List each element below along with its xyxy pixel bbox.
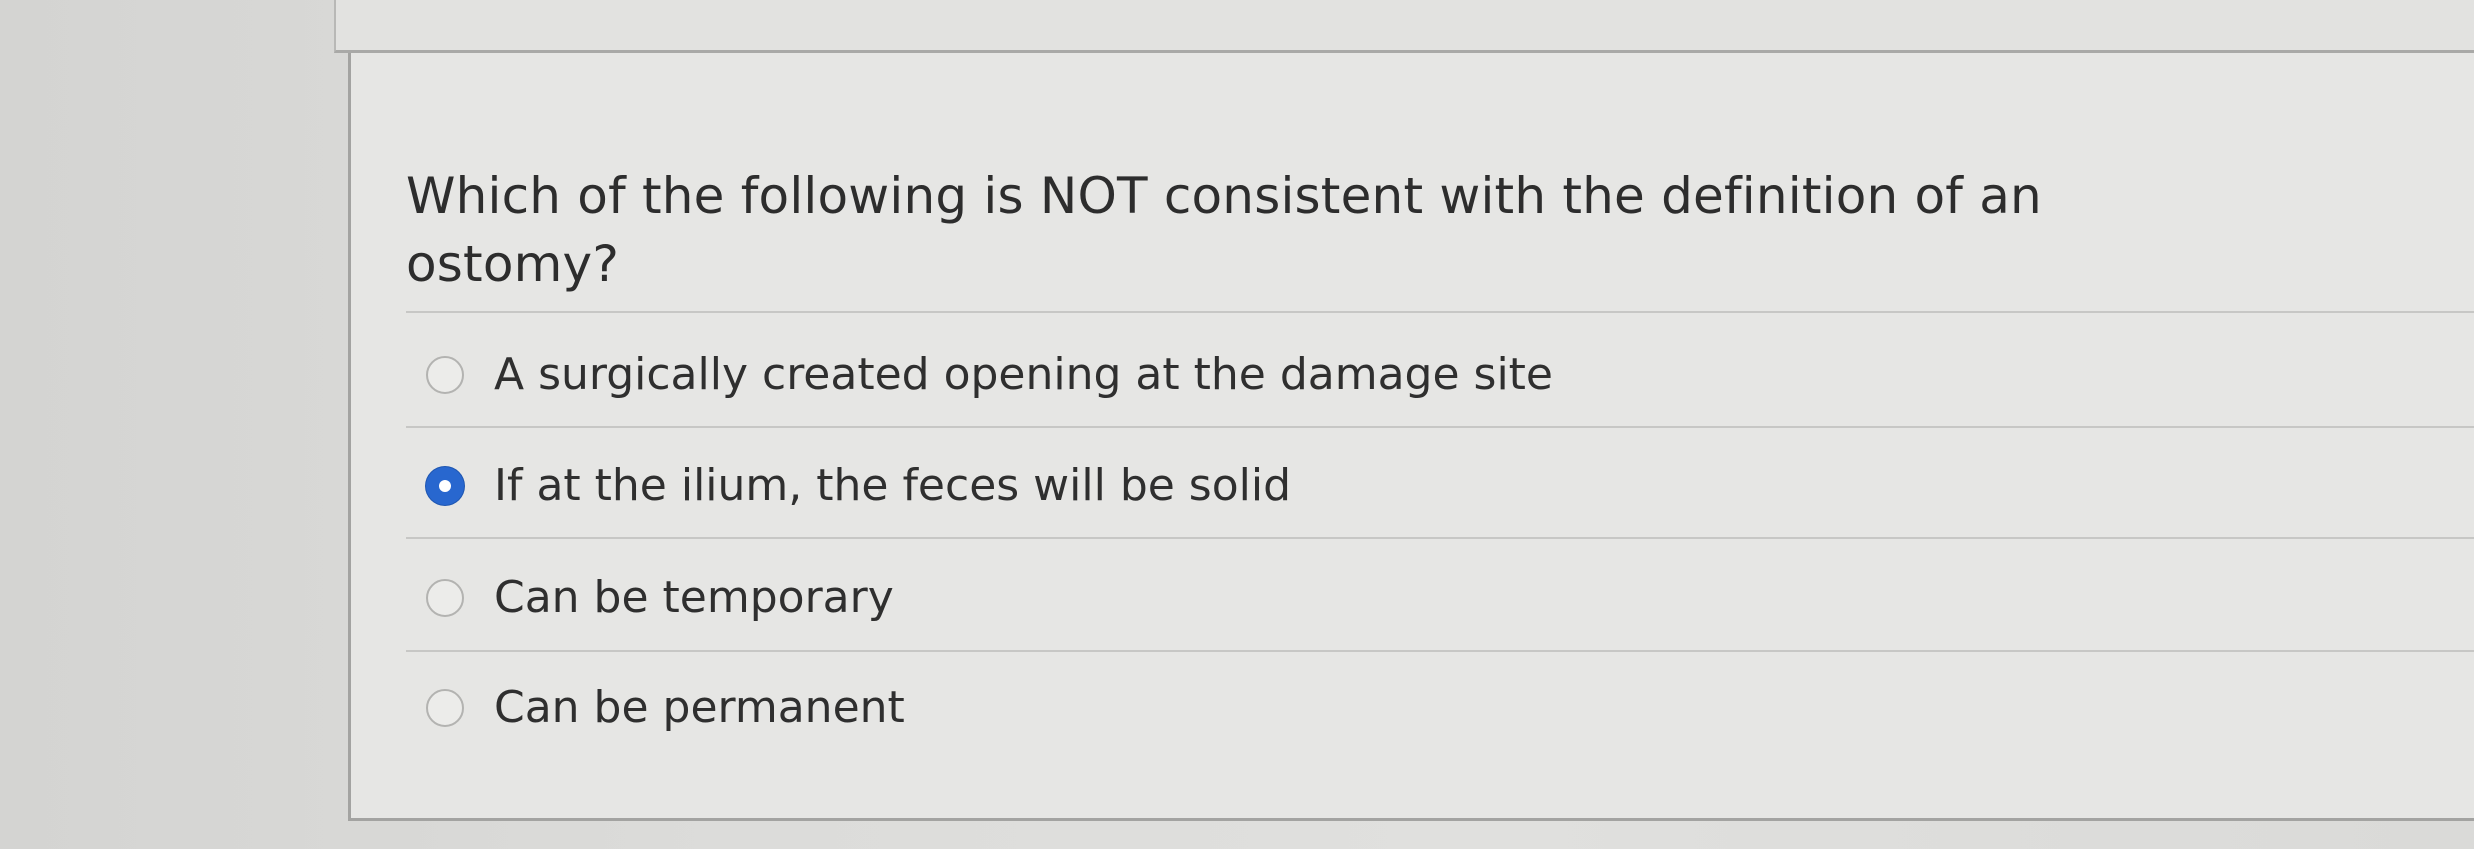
answer-option-can-be-permanent[interactable]: Can be permanent [426, 667, 1926, 749]
answer-label: Can be permanent [494, 682, 905, 733]
top-browser-frame [334, 0, 2474, 53]
radio-button-unselected[interactable] [426, 356, 464, 394]
answer-divider [406, 537, 2474, 539]
answer-divider [406, 311, 2474, 313]
answer-option-ilium-feces-solid[interactable]: If at the ilium, the feces will be solid [426, 445, 1926, 527]
answer-option-surgically-created-opening[interactable]: A surgically created opening at the dama… [426, 334, 1926, 416]
answer-label: If at the ilium, the feces will be solid [494, 460, 1292, 511]
answer-label: A surgically created opening at the dama… [494, 349, 1553, 400]
radio-button-unselected[interactable] [426, 579, 464, 617]
answer-divider [406, 426, 2474, 428]
answer-option-can-be-temporary[interactable]: Can be temporary [426, 557, 1926, 639]
question-text: Which of the following is NOT consistent… [406, 167, 2042, 293]
answer-label: Can be temporary [494, 572, 894, 623]
answer-divider [406, 650, 2474, 652]
radio-button-unselected[interactable] [426, 689, 464, 727]
radio-button-selected[interactable] [426, 467, 464, 505]
